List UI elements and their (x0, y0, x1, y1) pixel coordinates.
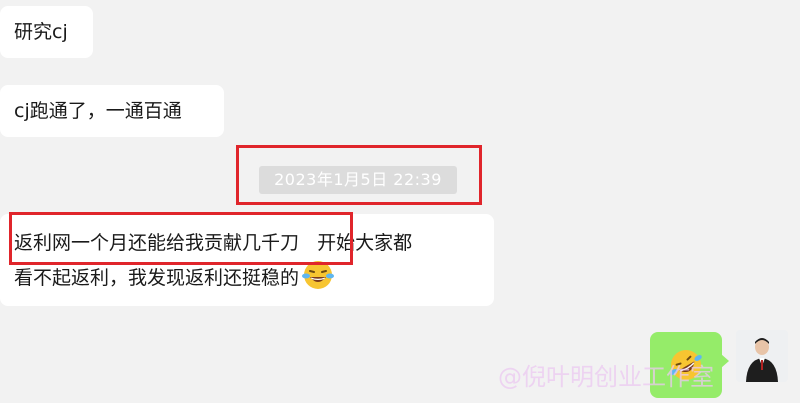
message-text: 看不起返利，我发现返利还挺稳的 (14, 267, 300, 289)
person-avatar-icon (736, 330, 788, 382)
message-text: 研究cj (14, 21, 68, 43)
message-timestamp: 2023年1月5日 22:39 (259, 166, 457, 194)
text-highlight-box (9, 212, 353, 265)
rofl-emoji-icon (670, 350, 702, 380)
user-avatar[interactable] (736, 330, 788, 382)
sent-emoji-bubble[interactable] (650, 332, 729, 398)
message-bubble-1[interactable]: 研究cj (0, 6, 93, 58)
message-text: cj跑通了，一通百通 (14, 100, 182, 122)
message-bubble-2[interactable]: cj跑通了，一通百通 (0, 85, 224, 137)
